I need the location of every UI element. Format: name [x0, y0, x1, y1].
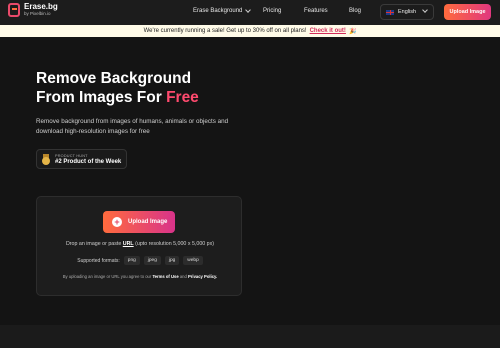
upload-button-label: Upload Image: [128, 219, 168, 225]
title-line-1: Remove Background: [36, 70, 192, 87]
badge-label: PRODUCT HUNT: [55, 153, 88, 158]
logo-by: by Pixelbin.io: [24, 11, 51, 17]
header-upload-button[interactable]: Upload Image: [444, 4, 491, 20]
title-line-2: From Images For: [36, 89, 167, 106]
paste-url-link[interactable]: URL: [123, 241, 134, 247]
format-tag: webp: [183, 256, 203, 265]
format-tag: jpeg: [143, 256, 161, 265]
lower-section: [0, 325, 500, 348]
nav-features[interactable]: Features: [304, 8, 328, 14]
upload-card[interactable]: + Upload Image Drop an image or paste UR…: [36, 196, 242, 296]
plus-icon: +: [112, 217, 122, 227]
format-tag: jpg: [164, 256, 180, 265]
top-nav: Erase.bg by Pixelbin.io Erase Background…: [0, 0, 500, 25]
privacy-link[interactable]: Privacy Policy.: [188, 274, 217, 279]
terms-link[interactable]: Terms of Use: [152, 274, 178, 279]
badge-title: #2 Product of the Week: [55, 158, 122, 165]
drop-hint: Drop an image or paste URL (upto resolut…: [65, 241, 215, 247]
nav-blog[interactable]: Blog: [349, 8, 361, 14]
language-label: English: [398, 9, 417, 15]
logo-name: Erase.bg: [24, 2, 58, 12]
sale-banner: We're currently running a sale! Get up t…: [0, 25, 500, 37]
product-hunt-badge[interactable]: PRODUCT HUNT #2 Product of the Week: [36, 149, 127, 169]
nav-erase-background[interactable]: Erase Background: [193, 7, 252, 14]
banner-text: We're currently running a sale! Get up t…: [143, 28, 307, 34]
logo-icon: [8, 3, 20, 17]
format-tag: png: [123, 256, 140, 265]
nav-pricing[interactable]: Pricing: [263, 8, 281, 14]
terms-notice: By uploading an image or URL you agree t…: [62, 274, 218, 279]
banner-link[interactable]: Check it out!: [310, 28, 346, 34]
language-select[interactable]: English: [380, 4, 434, 20]
medal-icon: [42, 154, 50, 165]
hero-subtext: Remove background from images of humans,…: [36, 118, 229, 135]
title-highlight: Free: [166, 89, 199, 106]
party-icon: 🎉: [348, 28, 357, 35]
logo[interactable]: Erase.bg by Pixelbin.io: [8, 3, 58, 17]
upload-image-button[interactable]: + Upload Image: [103, 211, 175, 233]
uk-flag-icon: [386, 9, 394, 15]
chevron-down-icon: [422, 7, 428, 13]
supported-formats: Supported formats: png jpeg jpg webp: [37, 256, 243, 265]
formats-label: Supported formats:: [77, 257, 120, 264]
page-title: Remove Background From Images For Free: [36, 69, 199, 107]
chevron-down-icon: [245, 7, 252, 13]
